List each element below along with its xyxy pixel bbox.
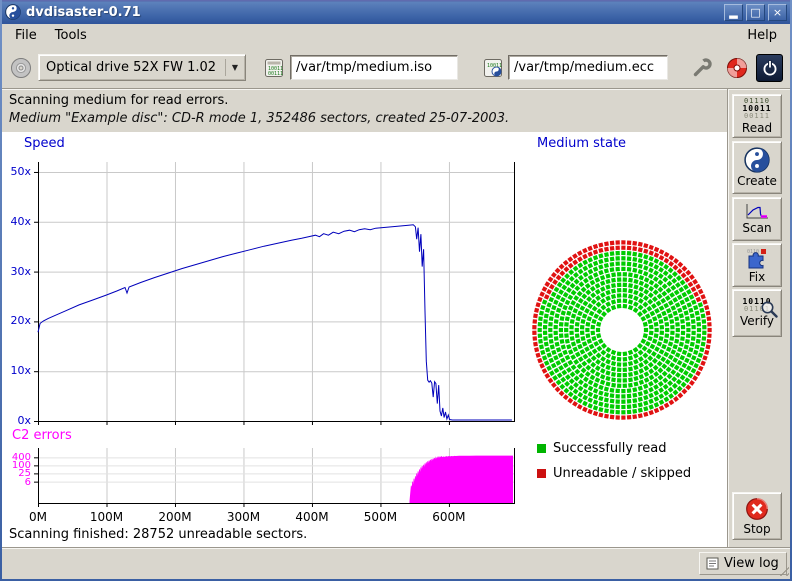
status-line-1: Scanning medium for read errors. [9, 93, 228, 108]
read-button-label: Read [742, 122, 772, 135]
ecc-file-icon: 10011 [482, 57, 504, 79]
wrench-icon [691, 57, 713, 79]
power-icon [761, 59, 779, 77]
ecc-path-input[interactable] [508, 55, 668, 80]
toolbar-separator [0, 88, 792, 90]
read-button[interactable]: 01110 10011 00111 Read [732, 94, 782, 138]
legend-item-read: Successfully read [537, 441, 666, 456]
legend-label-read: Successfully read [553, 441, 666, 456]
scan-button-label: Scan [742, 222, 771, 235]
red-disc-icon [726, 57, 748, 79]
menubar: File Tools Help [2, 24, 790, 46]
image-path-input[interactable] [290, 55, 458, 80]
minimize-button[interactable]: ▂ [724, 4, 743, 21]
titlebar[interactable]: dvdisaster-0.71 ▂ □ × [0, 0, 792, 24]
legend-label-unreadable: Unreadable / skipped [553, 466, 691, 481]
minimize-icon: ▂ [725, 5, 742, 20]
fix-button[interactable]: 0110 Fix [732, 243, 782, 287]
window-title: dvdisaster-0.71 [26, 5, 721, 20]
medium-state-title: Medium state [537, 136, 626, 151]
close-button[interactable]: × [768, 4, 787, 21]
drive-selector[interactable]: Optical drive 52X FW 1.02 ▼ [38, 54, 246, 81]
verify-button[interactable]: 10110 01101 Verify [732, 289, 782, 337]
speed-chart-title: Speed [24, 136, 65, 151]
log-icon [706, 557, 719, 570]
chevron-down-icon: ▼ [225, 59, 241, 76]
preferences-button[interactable] [688, 54, 715, 82]
maximize-icon: □ [747, 5, 764, 20]
cd-drive-icon [10, 57, 32, 79]
yinyang-icon [744, 147, 770, 173]
legend-item-unreadable: Unreadable / skipped [537, 466, 691, 481]
status-line-2: Medium "Example disc": CD-R mode 1, 3524… [9, 111, 509, 126]
drive-icon-button[interactable] [7, 54, 35, 82]
menu-help[interactable]: Help [738, 25, 786, 46]
menu-tools[interactable]: Tools [46, 25, 96, 46]
scan-button[interactable]: Scan [732, 197, 782, 241]
close-icon: × [769, 5, 786, 20]
scan-chart-icon [745, 203, 769, 220]
legend-swatch-red [537, 469, 546, 478]
sidebar-separator [727, 89, 729, 549]
image-file-icon: 10011 00111 [263, 57, 285, 79]
legend-swatch-green [537, 444, 546, 453]
app-yinyang-icon [5, 4, 21, 20]
create-button-label: Create [737, 175, 777, 188]
about-button[interactable] [723, 54, 750, 82]
stop-button-label: Stop [743, 523, 770, 536]
medium-state-disc [527, 235, 717, 425]
view-log-label: View log [724, 556, 779, 571]
view-log-button[interactable]: View log [699, 552, 787, 575]
drive-selector-value: Optical drive 52X FW 1.02 [46, 60, 219, 75]
image-file-icon-button: 10011 00111 [261, 55, 287, 81]
status-finished: Scanning finished: 28752 unreadable sect… [9, 527, 307, 542]
bottombar: View log [0, 549, 792, 579]
verify-magnifier-icon: 10110 01101 [742, 298, 771, 313]
maximize-button[interactable]: □ [746, 4, 765, 21]
create-button[interactable]: Create [732, 141, 782, 194]
stop-icon [745, 497, 769, 521]
magnifier-icon [760, 300, 778, 318]
binary-read-icon: 01110 10011 00111 [742, 98, 771, 120]
ecc-file-icon-button: 10011 [480, 55, 506, 81]
quit-button[interactable] [756, 54, 783, 82]
speed-chart [34, 162, 516, 428]
svg-text:00111: 00111 [268, 71, 283, 77]
c2-errors-chart [34, 448, 516, 510]
puzzle-piece-icon: 0110 [745, 247, 769, 269]
fix-button-label: Fix [749, 271, 765, 284]
stop-button[interactable]: Stop [732, 492, 782, 540]
c2-errors-title: C2 errors [12, 428, 72, 443]
menu-file[interactable]: File [6, 25, 46, 46]
app-window: dvdisaster-0.71 ▂ □ × File Tools Help Op… [0, 0, 792, 581]
